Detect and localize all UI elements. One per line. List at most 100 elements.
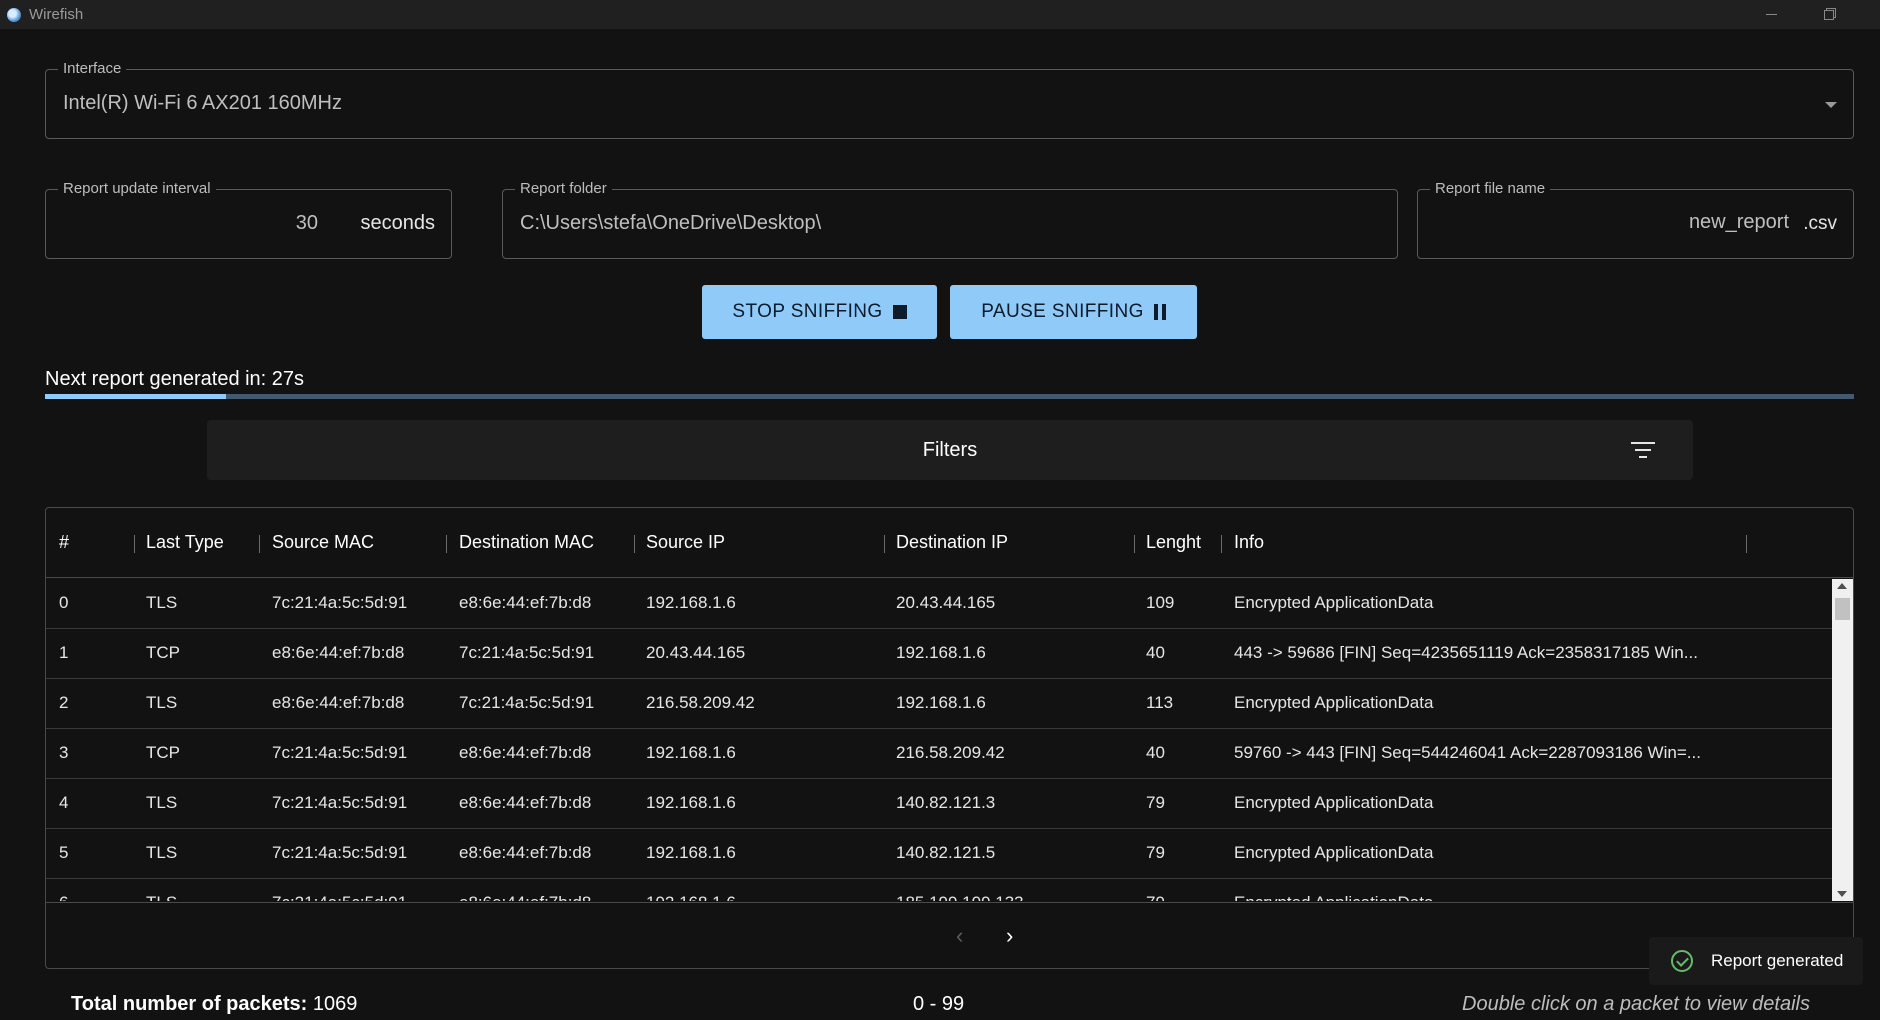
column-header-destination-ip[interactable]: Destination IP xyxy=(896,532,1008,553)
report-folder-field[interactable]: Report folder C:\Users\stefa\OneDrive\De… xyxy=(502,180,1398,259)
cell-number: 4 xyxy=(59,793,69,812)
column-separator[interactable] xyxy=(259,535,260,553)
cell-source-ip: 192.168.1.6 xyxy=(646,743,736,762)
cell-source-ip: 192.168.1.6 xyxy=(646,843,736,862)
minimize-icon xyxy=(1765,14,1777,15)
cell-source-ip: 192.168.1.6 xyxy=(646,593,736,612)
total-packets-value: 1069 xyxy=(312,993,358,1015)
column-header-info[interactable]: Info xyxy=(1234,532,1264,553)
report-folder-value[interactable]: C:\Users\stefa\OneDrive\Desktop\ xyxy=(520,212,821,235)
table-body: 0 TLS 7c:21:4a:5c:5d:91 e8:6e:44:ef:7b:d… xyxy=(46,579,1832,901)
report-file-name-field[interactable]: Report file name new_report .csv xyxy=(1417,180,1854,259)
packets-table: # Last Type Source MAC Destination MAC S… xyxy=(45,507,1854,969)
column-separator[interactable] xyxy=(1134,535,1135,553)
cell-last-type: TLS xyxy=(146,593,178,612)
next-page-icon[interactable]: › xyxy=(1006,923,1013,949)
cell-destination-mac: 7c:21:4a:5c:5d:91 xyxy=(459,643,595,662)
stop-sniffing-label: STOP SNIFFING xyxy=(732,301,883,322)
column-header-last-type[interactable]: Last Type xyxy=(146,532,224,553)
table-row[interactable]: 1 TCP e8:6e:44:ef:7b:d8 7c:21:4a:5c:5d:9… xyxy=(46,629,1832,679)
total-packets-label: Total number of packets: xyxy=(71,993,308,1015)
cell-destination-ip: 20.43.44.165 xyxy=(896,593,996,612)
report-generated-toast: Report generated xyxy=(1649,937,1863,985)
column-separator[interactable] xyxy=(884,535,885,553)
cell-destination-mac: e8:6e:44:ef:7b:d8 xyxy=(459,793,592,812)
toast-message: Report generated xyxy=(1711,951,1844,970)
column-separator[interactable] xyxy=(446,535,447,553)
cell-destination-ip: 140.82.121.5 xyxy=(896,843,996,862)
next-report-countdown: Next report generated in: 27s xyxy=(45,368,305,390)
cell-last-type: TCP xyxy=(146,743,180,762)
pause-sniffing-button[interactable]: PAUSE SNIFFING xyxy=(950,285,1197,339)
cell-destination-mac: e8:6e:44:ef:7b:d8 xyxy=(459,743,592,762)
cell-number: 2 xyxy=(59,693,69,712)
column-separator[interactable] xyxy=(634,535,635,553)
table-row[interactable]: 2 TLS e8:6e:44:ef:7b:d8 7c:21:4a:5c:5d:9… xyxy=(46,679,1832,729)
stop-sniffing-button[interactable]: STOP SNIFFING xyxy=(702,285,937,339)
report-progress-bar xyxy=(45,394,1854,399)
column-separator[interactable] xyxy=(134,535,135,553)
column-separator[interactable] xyxy=(1746,535,1747,553)
cell-source-ip: 192.168.1.6 xyxy=(646,793,736,812)
cell-destination-ip: 192.168.1.6 xyxy=(896,693,986,712)
cell-last-type: TLS xyxy=(146,843,178,862)
report-progress-fill xyxy=(45,394,226,399)
column-separator[interactable] xyxy=(1221,535,1222,553)
check-circle-icon xyxy=(1671,950,1693,972)
cell-destination-ip: 192.168.1.6 xyxy=(896,643,986,662)
report-file-name-label: Report file name xyxy=(1430,180,1551,198)
column-header-destination-mac[interactable]: Destination MAC xyxy=(459,532,594,553)
cell-number: 5 xyxy=(59,843,69,862)
details-hint: Double click on a packet to view details xyxy=(1462,993,1810,1015)
scroll-up-icon[interactable] xyxy=(1837,583,1847,589)
cell-destination-mac: 7c:21:4a:5c:5d:91 xyxy=(459,693,595,712)
scroll-down-icon[interactable] xyxy=(1837,891,1847,897)
report-file-name-value[interactable]: new_report xyxy=(1689,211,1789,234)
cell-source-ip: 216.58.209.42 xyxy=(646,693,755,712)
filters-label: Filters xyxy=(922,439,978,461)
cell-destination-ip: 185.199.109.133 xyxy=(896,893,1024,901)
cell-number: 3 xyxy=(59,743,69,762)
filters-panel[interactable]: Filters xyxy=(207,420,1693,480)
cell-length: 79 xyxy=(1146,893,1165,901)
cell-info: Encrypted ApplicationData xyxy=(1234,893,1433,901)
table-scrollbar[interactable] xyxy=(1832,579,1853,901)
report-interval-value[interactable]: 30 xyxy=(296,212,318,235)
app-icon xyxy=(7,7,21,22)
cell-destination-mac: e8:6e:44:ef:7b:d8 xyxy=(459,593,592,612)
table-row[interactable]: 0 TLS 7c:21:4a:5c:5d:91 e8:6e:44:ef:7b:d… xyxy=(46,579,1832,629)
cell-source-mac: 7c:21:4a:5c:5d:91 xyxy=(272,593,408,612)
column-header-source-ip[interactable]: Source IP xyxy=(646,532,725,553)
cell-length: 109 xyxy=(1146,593,1175,612)
filter-icon[interactable] xyxy=(1631,442,1655,458)
table-row[interactable]: 3 TCP 7c:21:4a:5c:5d:91 e8:6e:44:ef:7b:d… xyxy=(46,729,1832,779)
report-interval-field[interactable]: Report update interval 30 seconds xyxy=(45,180,452,259)
cell-destination-mac: e8:6e:44:ef:7b:d8 xyxy=(459,843,592,862)
dropdown-arrow-icon[interactable] xyxy=(1825,102,1837,108)
cell-info: Encrypted ApplicationData xyxy=(1234,693,1434,712)
pagination: ‹ › xyxy=(46,902,1853,968)
maximize-button[interactable] xyxy=(1806,0,1852,29)
interface-select[interactable]: Interface Intel(R) Wi-Fi 6 AX201 160MHz xyxy=(45,60,1854,139)
cell-length: 40 xyxy=(1146,643,1165,662)
scrollbar-thumb[interactable] xyxy=(1835,598,1850,620)
cell-last-type: TLS xyxy=(146,893,177,901)
column-header-length[interactable]: Lenght xyxy=(1146,532,1201,553)
report-folder-label: Report folder xyxy=(515,180,612,198)
previous-page-icon[interactable]: ‹ xyxy=(956,923,963,949)
column-header-source-mac[interactable]: Source MAC xyxy=(272,532,374,553)
table-row[interactable]: 5 TLS 7c:21:4a:5c:5d:91 e8:6e:44:ef:7b:d… xyxy=(46,829,1832,879)
column-header-number[interactable]: # xyxy=(59,532,69,553)
table-row[interactable]: 4 TLS 7c:21:4a:5c:5d:91 e8:6e:44:ef:7b:d… xyxy=(46,779,1832,829)
page-range: 0 - 99 xyxy=(913,993,965,1015)
cell-number: 6 xyxy=(59,893,68,901)
cell-info: Encrypted ApplicationData xyxy=(1234,593,1434,612)
minimize-button[interactable] xyxy=(1748,0,1794,29)
cell-source-mac: 7c:21:4a:5c:5d:91 xyxy=(272,893,407,901)
table-row[interactable]: 6 TLS 7c:21:4a:5c:5d:91 e8:6e:44:ef:7b:d… xyxy=(46,879,1832,901)
stop-icon xyxy=(892,305,907,319)
cell-source-ip: 20.43.44.165 xyxy=(646,643,746,662)
cell-info: 443 -> 59686 [FIN] Seq=4235651119 Ack=23… xyxy=(1234,643,1698,662)
cell-length: 40 xyxy=(1146,743,1165,762)
cell-destination-ip: 216.58.209.42 xyxy=(896,743,1005,762)
